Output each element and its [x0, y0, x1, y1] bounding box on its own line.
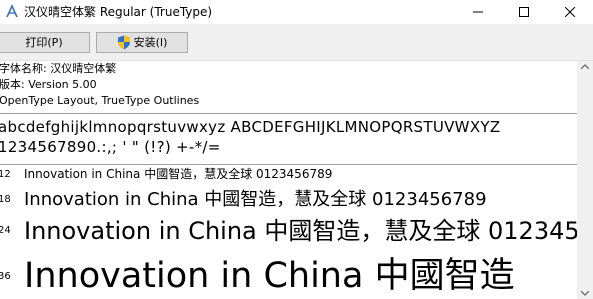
close-icon: [565, 7, 575, 17]
font-version-line: 版本: Version 5.00: [0, 78, 97, 91]
charset-digits-symbols: 1234567890.:,; ' " (!?) +-*/=: [0, 138, 221, 156]
scroll-up-arrow-icon[interactable]: [581, 64, 589, 70]
font-preview-pane: 字体名称: 汉仪晴空体繁 版本: Version 5.00 OpenType L…: [0, 61, 577, 299]
sample-size-label: 18: [0, 194, 11, 205]
print-button[interactable]: 打印(P): [0, 32, 90, 53]
sample-size-label: 36: [0, 271, 11, 282]
window-title: 汉仪晴空体繁 Regular (TrueType): [24, 5, 213, 19]
sample-text: Innovation in China 中國智造，慧及全球 0123456789: [24, 167, 333, 181]
close-button[interactable]: [547, 0, 593, 24]
maximize-icon: [519, 7, 529, 17]
toolbar: 打印(P) 安装(I): [0, 24, 593, 61]
minimize-icon: [473, 11, 483, 13]
font-viewer-window: 汉仪晴空体繁 Regular (TrueType) 打印(P) 安装(I) 字体…: [0, 0, 593, 299]
sample-text: Innovation in China 中國智造，慧及全球 0123456789: [24, 189, 487, 210]
font-app-icon: [6, 4, 18, 18]
sample-text: Innovation in China 中國智造: [24, 256, 515, 296]
uac-shield-icon: [117, 35, 130, 50]
minimize-button[interactable]: [455, 0, 501, 24]
sample-size-label: 24: [0, 225, 11, 236]
font-type-line: OpenType Layout, TrueType Outlines: [0, 94, 200, 107]
charset-letters: abcdefghijklmnopqrstuvwxyz ABCDEFGHIJKLM…: [0, 118, 501, 136]
title-bar: 汉仪晴空体繁 Regular (TrueType): [0, 0, 593, 24]
separator-top: [0, 113, 577, 114]
install-button-label: 安装(I): [133, 36, 168, 49]
font-name-line: 字体名称: 汉仪晴空体繁: [0, 62, 117, 75]
maximize-button[interactable]: [501, 0, 547, 24]
scroll-down-arrow-icon[interactable]: [581, 290, 589, 296]
print-button-label: 打印(P): [25, 36, 63, 49]
sample-text: Innovation in China 中國智造，慧及全球 0123456789: [24, 217, 577, 245]
install-button[interactable]: 安装(I): [96, 32, 188, 53]
sample-size-label: 12: [0, 169, 11, 180]
vertical-scrollbar[interactable]: [577, 61, 593, 299]
